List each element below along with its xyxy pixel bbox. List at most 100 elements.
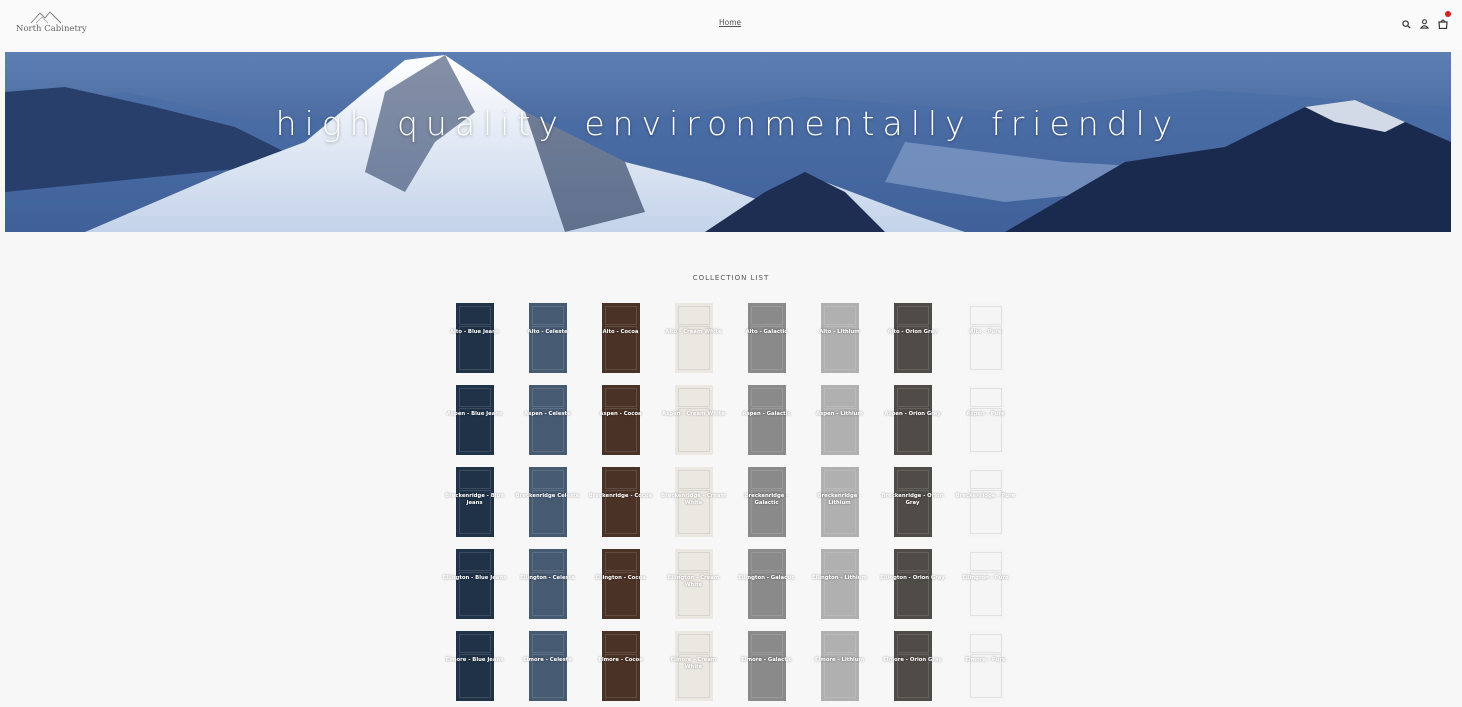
cabinet-door-swatch bbox=[747, 385, 786, 455]
collection-item[interactable]: Breckenridge - Blue Jeans bbox=[438, 461, 511, 543]
collection-item[interactable]: Ellington - Celeste bbox=[511, 543, 584, 625]
collection-item-label: Alto - Celeste bbox=[527, 329, 568, 335]
collection-item-label: Breckenridge - Pure bbox=[955, 493, 1016, 499]
collection-item-label: Elmore - Blue Jeans bbox=[445, 657, 504, 663]
collection-item[interactable]: Alto - Orion Gray bbox=[876, 297, 949, 379]
collection-item-label: Aspen - Cream White bbox=[662, 411, 725, 417]
collection-item[interactable]: Breckenridge - Orion Gray bbox=[876, 461, 949, 543]
collection-list-title: COLLECTION LIST bbox=[692, 274, 770, 282]
collection-item[interactable]: Breckenridge - Cocoa bbox=[584, 461, 657, 543]
collection-item-label: Ellington - Cocoa bbox=[595, 575, 646, 581]
cabinet-door-swatch bbox=[966, 549, 1005, 619]
collection-item[interactable]: Elmore - Celeste bbox=[511, 625, 584, 707]
cabinet-door-swatch bbox=[601, 303, 640, 373]
collection-item[interactable]: Elmore - Cream White bbox=[657, 625, 730, 707]
collection-item-label: Ellington - Orion Gray bbox=[880, 575, 945, 581]
cabinet-door-swatch bbox=[601, 631, 640, 701]
collection-item-label: Ellington - Galactic bbox=[738, 575, 795, 581]
collection-item-label: Aspen - Celeste bbox=[524, 411, 571, 417]
collection-item-label: Alto - Cream White bbox=[665, 329, 722, 335]
collection-item-label: Alto - Cocoa bbox=[602, 329, 639, 335]
collection-grid: Alto - Blue Jeans Alto - Celeste Alto - Co… bbox=[438, 297, 1022, 707]
collection-item[interactable]: Aspen - Galactic bbox=[730, 379, 803, 461]
collection-item[interactable]: Ellington - Orion Gray bbox=[876, 543, 949, 625]
cabinet-door-swatch bbox=[820, 385, 859, 455]
collection-item[interactable]: Breckenridge Celeste bbox=[511, 461, 584, 543]
cabinet-door-swatch bbox=[674, 303, 713, 373]
collection-item-label: Breckenridge Celeste bbox=[515, 493, 580, 499]
collection-item[interactable]: Elmore - Lithium bbox=[803, 625, 876, 707]
cabinet-door-swatch bbox=[966, 631, 1005, 701]
collection-item-label: Breckenridge - Orion Gray bbox=[881, 493, 944, 506]
cabinet-door-swatch bbox=[528, 467, 567, 537]
logo-text: North Cabinetry bbox=[16, 24, 87, 34]
collection-item-label: Elmore - Cream White bbox=[670, 657, 717, 670]
collection-item[interactable]: Ellington - Lithium bbox=[803, 543, 876, 625]
collection-item-label: Elmore - Cocoa bbox=[598, 657, 643, 663]
collection-item[interactable]: Ellington - Cream White bbox=[657, 543, 730, 625]
nav-home-link[interactable]: Home bbox=[719, 18, 741, 27]
collection-item[interactable]: Ellington - Cocoa bbox=[584, 543, 657, 625]
collection-item[interactable]: Ellington - Galactic bbox=[730, 543, 803, 625]
search-icon[interactable] bbox=[1402, 14, 1411, 33]
collection-item[interactable]: Breckenridge - Galactic bbox=[730, 461, 803, 543]
cabinet-door-swatch bbox=[747, 631, 786, 701]
cabinet-door-swatch bbox=[893, 303, 932, 373]
collection-item[interactable]: Aspen - Blue Jeans bbox=[438, 379, 511, 461]
collection-item-label: Elmore - Celeste bbox=[523, 657, 572, 663]
collection-item[interactable]: Alto - Lithium bbox=[803, 297, 876, 379]
collection-item-label: Breckenridge - Cocoa bbox=[588, 493, 653, 499]
cabinet-door-swatch bbox=[893, 385, 932, 455]
collection-item[interactable]: Elmore - Galactic bbox=[730, 625, 803, 707]
cabinet-door-swatch bbox=[601, 385, 640, 455]
cabinet-door-swatch bbox=[455, 549, 494, 619]
cabinet-door-swatch bbox=[966, 467, 1005, 537]
cabinet-door-swatch bbox=[820, 549, 859, 619]
collection-item[interactable]: Alto - Celeste bbox=[511, 297, 584, 379]
collection-item-label: Ellington - Blue Jeans bbox=[442, 575, 507, 581]
cabinet-door-swatch bbox=[893, 631, 932, 701]
collection-item[interactable]: Elmore - Pure bbox=[949, 625, 1022, 707]
collection-item-label: Aspen - Blue Jeans bbox=[446, 411, 503, 417]
collection-item[interactable]: Alto - Pure bbox=[949, 297, 1022, 379]
collection-item[interactable]: Alto - Galactic bbox=[730, 297, 803, 379]
collection-item[interactable]: Alto - Cream White bbox=[657, 297, 730, 379]
account-icon[interactable] bbox=[1419, 14, 1430, 33]
collection-item[interactable]: Aspen - Cream White bbox=[657, 379, 730, 461]
collection-item[interactable]: Breckenridge - Cream White bbox=[657, 461, 730, 543]
collection-item-label: Alto - Blue Jeans bbox=[449, 329, 500, 335]
collection-item[interactable]: Breckenridge - Pure bbox=[949, 461, 1022, 543]
collection-item-label: Elmore - Galactic bbox=[741, 657, 792, 663]
collection-item[interactable]: Aspen - Cocoa bbox=[584, 379, 657, 461]
cabinet-door-swatch bbox=[528, 549, 567, 619]
collection-item[interactable]: Aspen - Celeste bbox=[511, 379, 584, 461]
collection-item[interactable]: Alto - Cocoa bbox=[584, 297, 657, 379]
cabinet-door-swatch bbox=[455, 631, 494, 701]
cabinet-door-swatch bbox=[966, 385, 1005, 455]
collection-item[interactable]: Aspen - Pure bbox=[949, 379, 1022, 461]
collection-item-label: Alto - Pure bbox=[969, 329, 1002, 335]
cabinet-door-swatch bbox=[820, 303, 859, 373]
collection-item[interactable]: Aspen - Orion Gray bbox=[876, 379, 949, 461]
collection-item-label: Breckenridge - Lithium bbox=[817, 493, 862, 506]
cabinet-door-swatch bbox=[966, 303, 1005, 373]
cart-icon[interactable] bbox=[1438, 11, 1451, 33]
cabinet-door-swatch bbox=[528, 303, 567, 373]
mountain-logo-icon bbox=[30, 11, 62, 24]
collection-item[interactable]: Elmore - Orion Gray bbox=[876, 625, 949, 707]
cabinet-door-swatch bbox=[455, 385, 494, 455]
collection-item[interactable]: Ellington - Blue Jeans bbox=[438, 543, 511, 625]
logo[interactable]: North Cabinetry bbox=[16, 10, 87, 36]
collection-item[interactable]: Ellington - Pure bbox=[949, 543, 1022, 625]
collection-item[interactable]: Aspen - Lithium bbox=[803, 379, 876, 461]
collection-item[interactable]: Breckenridge - Lithium bbox=[803, 461, 876, 543]
collection-item-label: Elmore - Orion Gray bbox=[883, 657, 942, 663]
cabinet-door-swatch bbox=[820, 631, 859, 701]
cabinet-door-swatch bbox=[747, 549, 786, 619]
collection-item[interactable]: Elmore - Cocoa bbox=[584, 625, 657, 707]
collection-item-label: Alto - Orion Gray bbox=[887, 329, 938, 335]
collection-item[interactable]: Elmore - Blue Jeans bbox=[438, 625, 511, 707]
collection-item[interactable]: Alto - Blue Jeans bbox=[438, 297, 511, 379]
collection-item-label: Aspen - Lithium bbox=[816, 411, 863, 417]
collection-item-label: Ellington - Pure bbox=[962, 575, 1009, 581]
